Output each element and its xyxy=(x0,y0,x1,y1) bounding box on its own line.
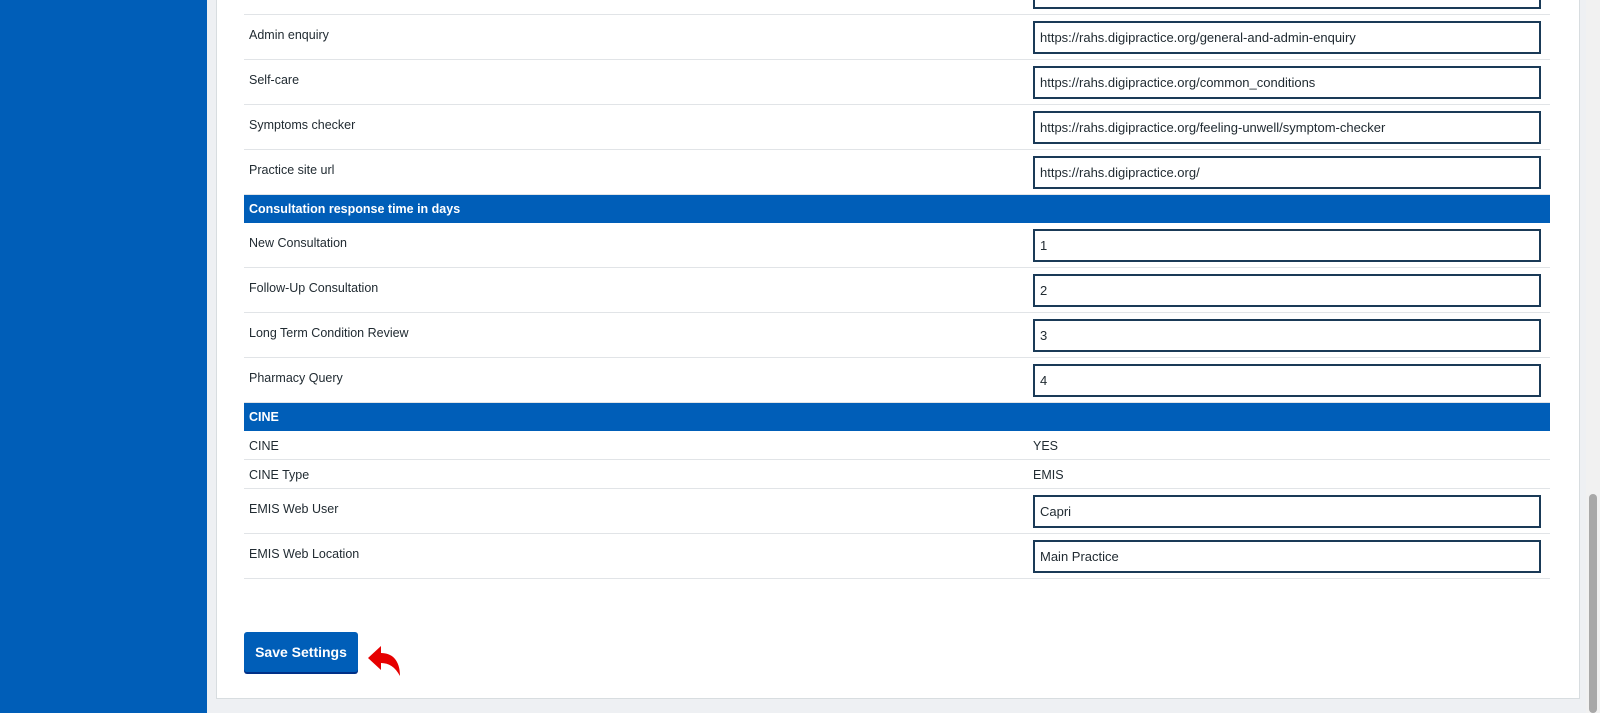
follow-up-consultation-label: Follow-Up Consultation xyxy=(249,281,379,295)
table-row-partial xyxy=(244,0,1550,15)
table-row-emis-web-location: EMIS Web Location Main Practice xyxy=(244,534,1550,579)
pharmacy-query-input[interactable]: 4 xyxy=(1033,364,1541,397)
sidebar xyxy=(0,0,207,713)
emis-web-location-label: EMIS Web Location xyxy=(249,547,360,561)
cine-label: CINE xyxy=(249,439,279,453)
vertical-scrollbar[interactable] xyxy=(1586,0,1600,713)
table-row-new-consultation: New Consultation 1 xyxy=(244,223,1550,268)
emis-web-user-input[interactable]: Capri xyxy=(1033,495,1541,528)
save-settings-button[interactable]: Save Settings xyxy=(244,632,358,672)
admin-enquiry-label: Admin enquiry xyxy=(249,28,329,42)
long-term-condition-review-label: Long Term Condition Review xyxy=(249,326,409,340)
table-row-cine: CINE YES xyxy=(244,431,1550,460)
table-row-emis-web-user: EMIS Web User Capri xyxy=(244,489,1550,534)
table-row-symptoms-checker: Symptoms checker https://rahs.digipracti… xyxy=(244,105,1550,150)
cine-section-header: CINE xyxy=(244,403,1550,431)
table-row-practice-site-url: Practice site url https://rahs.digipract… xyxy=(244,150,1550,195)
pharmacy-query-label: Pharmacy Query xyxy=(249,371,343,385)
new-consultation-label: New Consultation xyxy=(249,236,347,250)
table-row-admin-enquiry: Admin enquiry https://rahs.digipractice.… xyxy=(244,15,1550,60)
curved-arrow-icon xyxy=(368,646,400,676)
emis-web-location-input[interactable]: Main Practice xyxy=(1033,540,1541,573)
consultation-section-header: Consultation response time in days xyxy=(244,195,1550,223)
cine-value: YES xyxy=(1033,439,1059,453)
new-consultation-input[interactable]: 1 xyxy=(1033,229,1541,262)
self-care-input[interactable]: https://rahs.digipractice.org/common_con… xyxy=(1033,66,1541,99)
cine-type-value: EMIS xyxy=(1033,468,1064,482)
long-term-condition-review-input[interactable]: 3 xyxy=(1033,319,1541,352)
settings-table: Admin enquiry https://rahs.digipractice.… xyxy=(244,0,1550,579)
symptoms-checker-input[interactable]: https://rahs.digipractice.org/feeling-un… xyxy=(1033,111,1541,144)
table-row-follow-up-consultation: Follow-Up Consultation 2 xyxy=(244,268,1550,313)
partial-input-field[interactable] xyxy=(1033,0,1541,9)
emis-web-user-label: EMIS Web User xyxy=(249,502,339,516)
table-row-self-care: Self-care https://rahs.digipractice.org/… xyxy=(244,60,1550,105)
practice-site-url-input[interactable]: https://rahs.digipractice.org/ xyxy=(1033,156,1541,189)
table-row-long-term-condition-review: Long Term Condition Review 3 xyxy=(244,313,1550,358)
cine-type-label: CINE Type xyxy=(249,468,310,482)
follow-up-consultation-input[interactable]: 2 xyxy=(1033,274,1541,307)
self-care-label: Self-care xyxy=(249,73,300,87)
table-row-pharmacy-query: Pharmacy Query 4 xyxy=(244,358,1550,403)
symptoms-checker-label: Symptoms checker xyxy=(249,118,356,132)
admin-enquiry-input[interactable]: https://rahs.digipractice.org/general-an… xyxy=(1033,21,1541,54)
table-row-cine-type: CINE Type EMIS xyxy=(244,460,1550,489)
practice-site-url-label: Practice site url xyxy=(249,163,335,177)
scrollbar-thumb[interactable] xyxy=(1589,494,1597,713)
